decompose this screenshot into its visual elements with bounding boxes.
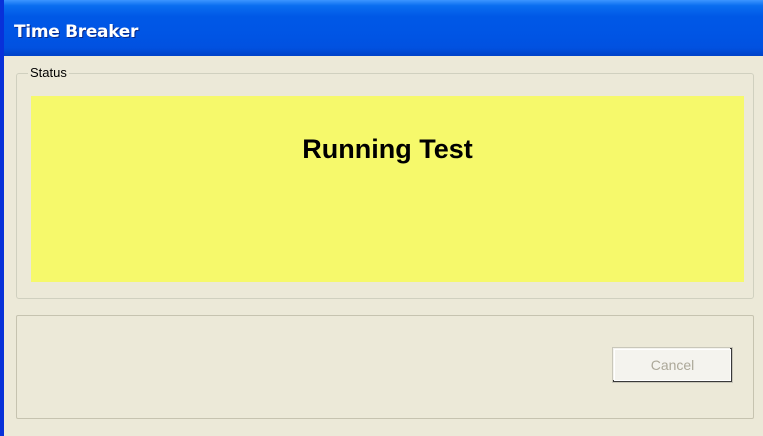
status-message: Running Test (302, 134, 473, 164)
cancel-button[interactable]: Cancel (612, 347, 733, 383)
title-bar[interactable]: Time Breaker (4, 0, 763, 56)
status-panel: Running Test (31, 96, 744, 282)
window-title: Time Breaker (14, 22, 139, 42)
status-group-label: Status (28, 65, 69, 80)
